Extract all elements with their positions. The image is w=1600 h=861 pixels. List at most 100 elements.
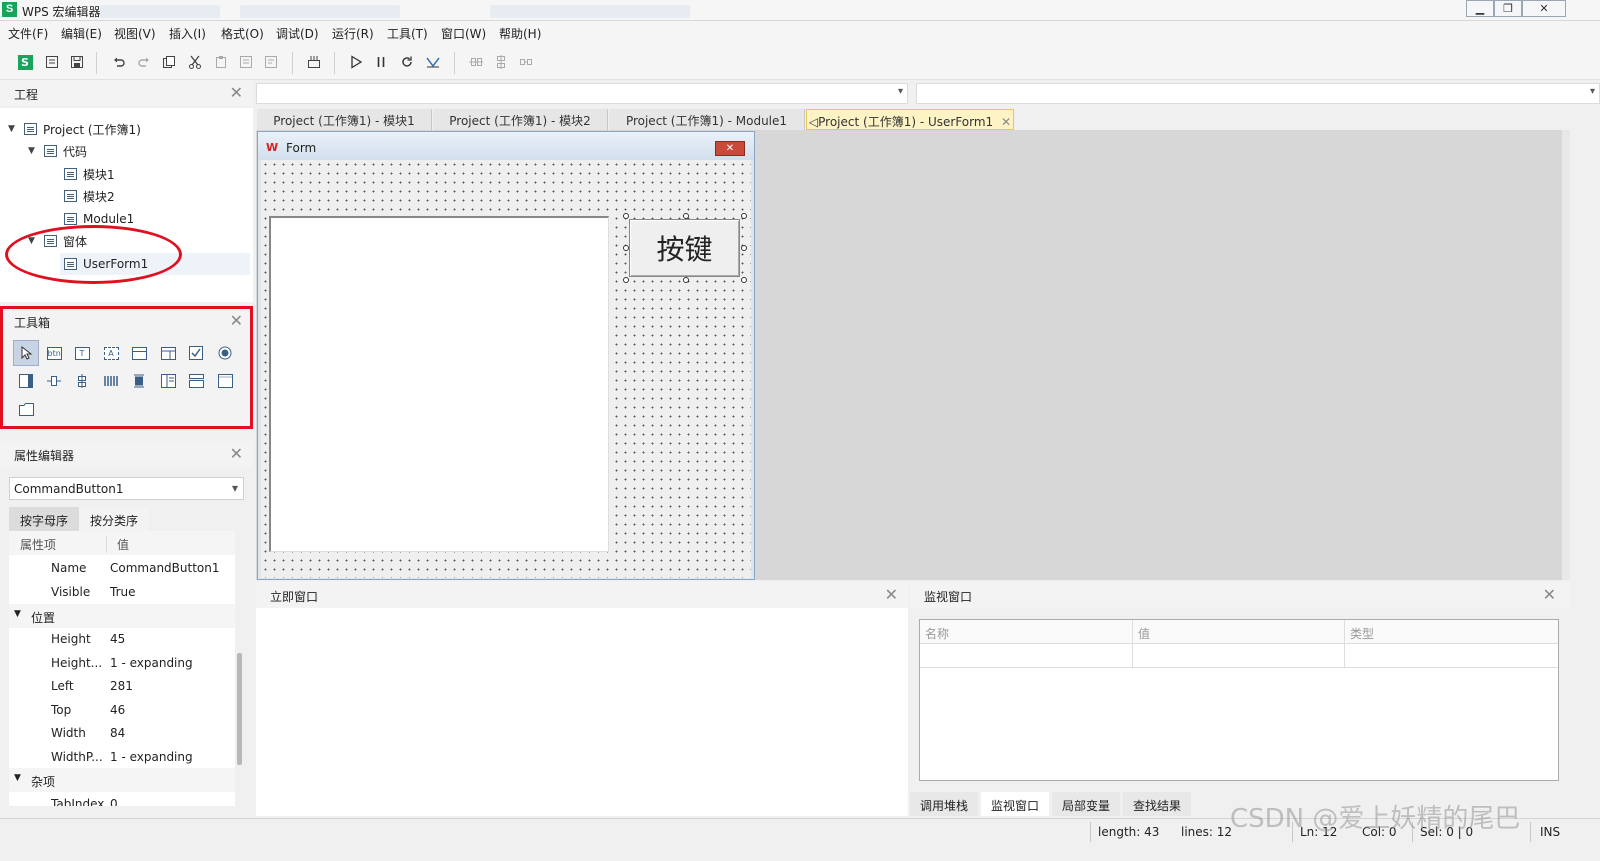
form-textbox-control[interactable] — [269, 216, 609, 552]
undo-icon[interactable] — [110, 53, 128, 71]
immediate-window-header: 立即窗口 ✕ — [256, 582, 908, 608]
resize-handle[interactable] — [623, 277, 629, 283]
expand-arrow-icon[interactable]: ▼ — [8, 124, 18, 134]
menu-run[interactable]: 运行(R) — [332, 25, 374, 42]
close-icon[interactable]: ✕ — [885, 585, 898, 604]
editor-scrollbar[interactable] — [1562, 130, 1570, 580]
header-key: 属性项 — [20, 538, 57, 552]
copy-icon[interactable] — [160, 53, 178, 71]
editor-tab-userform1[interactable]: ◁Project (工作簿1) - UserForm1 ✕ — [806, 109, 1014, 130]
wps-logo-icon[interactable]: S — [16, 53, 34, 71]
object-select[interactable]: CommandButton1 — [9, 477, 244, 500]
resize-handle[interactable] — [741, 213, 747, 219]
tree-item-module1[interactable]: 模块1 — [64, 163, 115, 185]
resize-handle[interactable] — [741, 277, 747, 283]
scrollbar-thumb[interactable] — [237, 653, 242, 765]
tree-item-project[interactable]: ▼ Project (工作簿1) — [8, 118, 141, 140]
object-combo[interactable]: ▾ — [256, 83, 908, 104]
align-center-icon[interactable] — [492, 53, 510, 71]
redo-icon[interactable] — [135, 53, 153, 71]
property-row[interactable]: Name CommandButton1 — [9, 556, 235, 580]
menu-file[interactable]: 文件(F) — [8, 25, 48, 42]
folder-icon — [44, 145, 57, 157]
align-left-icon[interactable] — [467, 53, 485, 71]
tree-item-module2[interactable]: 模块2 — [64, 185, 115, 207]
form-body[interactable]: 按键 — [261, 160, 751, 578]
immediate-window[interactable]: 立即窗口 ✕ — [256, 582, 908, 816]
menu-insert[interactable]: 插入(I) — [169, 25, 206, 42]
save-icon[interactable] — [68, 53, 86, 71]
menu-debug[interactable]: 调试(D) — [276, 25, 319, 42]
tab-find-results[interactable]: 查找结果 — [1123, 792, 1192, 816]
resize-handle[interactable] — [683, 277, 689, 283]
menu-format[interactable]: 格式(O) — [221, 25, 264, 42]
property-row[interactable]: Left 281 — [9, 674, 235, 698]
watch-cell[interactable] — [1133, 644, 1345, 668]
property-row[interactable]: TabIndex 0 — [9, 792, 235, 806]
design-mode-icon[interactable] — [424, 53, 442, 71]
watch-table[interactable]: 名称 值 类型 — [919, 619, 1559, 781]
menu-help[interactable]: 帮助(H) — [499, 25, 541, 42]
close-icon[interactable]: ✕ — [1543, 585, 1556, 604]
command-button-control[interactable]: 按键 — [629, 219, 740, 277]
background-tab[interactable] — [240, 5, 400, 18]
object-browser-icon[interactable] — [305, 53, 323, 71]
pause-icon[interactable] — [372, 53, 390, 71]
tab-locals[interactable]: 局部变量 — [1052, 792, 1121, 816]
watch-cell[interactable] — [1345, 644, 1558, 668]
watch-window-title: 监视窗口 — [924, 590, 973, 604]
editor-tab-module1-en[interactable]: Project (工作簿1) - Module1 — [609, 109, 805, 130]
tab-call-stack[interactable]: 调用堆栈 — [910, 792, 979, 816]
tab-alphabetic[interactable]: 按字母序 — [9, 507, 80, 531]
run-icon[interactable] — [347, 53, 365, 71]
menu-view[interactable]: 视图(V) — [114, 25, 156, 42]
property-row[interactable]: Height 45 — [9, 627, 235, 651]
align-right-icon[interactable] — [517, 53, 535, 71]
column-header-name[interactable]: 名称 — [920, 620, 1133, 644]
column-header-value[interactable]: 值 — [1133, 620, 1345, 644]
restore-button[interactable]: ❐ — [1494, 0, 1522, 17]
property-row[interactable]: Width 84 — [9, 721, 235, 745]
minimize-button[interactable]: ▁ — [1466, 0, 1494, 17]
resize-handle[interactable] — [623, 245, 629, 251]
background-tab[interactable] — [100, 5, 220, 18]
tab-categorized[interactable]: 按分类序 — [79, 507, 150, 531]
paste-icon[interactable] — [212, 53, 230, 71]
resize-handle[interactable] — [623, 213, 629, 219]
watch-cell[interactable] — [920, 644, 1133, 668]
close-icon[interactable]: ✕ — [230, 83, 243, 102]
editor-tab-module2[interactable]: Project (工作簿1) - 模块2 — [433, 109, 608, 130]
resize-handle[interactable] — [741, 245, 747, 251]
close-window-button[interactable]: ✕ — [1522, 0, 1566, 17]
property-category[interactable]: ▼ 杂项 — [9, 768, 235, 792]
editor-tab-module1[interactable]: Project (工作簿1) - 模块1 — [257, 109, 432, 130]
menu-edit[interactable]: 编辑(E) — [61, 25, 102, 42]
cut-icon[interactable] — [186, 53, 204, 71]
column-header-type[interactable]: 类型 — [1345, 620, 1558, 644]
watermark: CSDN @爱上妖精的尾巴 — [1230, 804, 1521, 834]
reset-icon[interactable] — [398, 53, 416, 71]
menu-tools[interactable]: 工具(T) — [387, 25, 428, 42]
expand-arrow-icon[interactable]: ▼ — [28, 146, 38, 156]
uncomment-icon[interactable] — [262, 53, 280, 71]
property-row[interactable]: Height... 1 - expanding — [9, 651, 235, 675]
procedure-combo[interactable]: ▾ — [916, 83, 1600, 104]
property-row[interactable]: Top 46 — [9, 698, 235, 722]
property-row[interactable]: WidthP... 1 - expanding — [9, 745, 235, 769]
save-as-icon[interactable] — [43, 53, 61, 71]
background-tab[interactable] — [490, 5, 690, 18]
userform-designer[interactable]: W Form ✕ 按键 — [257, 131, 755, 580]
close-icon[interactable]: ✕ — [1001, 115, 1011, 129]
properties-pane-title: 属性编辑器 — [14, 449, 75, 463]
tree-item-code[interactable]: ▼ 代码 — [28, 140, 87, 162]
form-close-button[interactable]: ✕ — [715, 141, 745, 156]
close-icon[interactable]: ✕ — [230, 444, 243, 463]
tab-watch[interactable]: 监视窗口 — [981, 792, 1050, 816]
resize-handle[interactable] — [683, 213, 689, 219]
module-icon — [64, 190, 77, 202]
comment-icon[interactable] — [237, 53, 255, 71]
menu-window[interactable]: 窗口(W) — [441, 25, 486, 42]
property-category[interactable]: ▼ 位置 — [9, 604, 235, 628]
tree-item-label: Project (工作簿1) — [43, 122, 141, 137]
property-row[interactable]: Visible True — [9, 580, 235, 604]
